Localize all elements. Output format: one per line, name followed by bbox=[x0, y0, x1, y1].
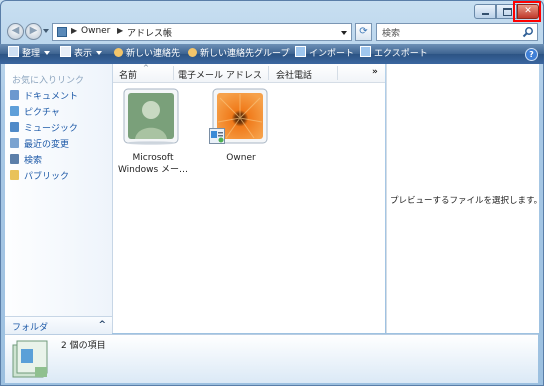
file-list: 名前 ^ 電子メール アドレス 会社電話 » Microsoft Windows… bbox=[113, 64, 385, 333]
close-button-highlight bbox=[513, 1, 541, 22]
music-icon bbox=[10, 122, 19, 132]
address-book-icon bbox=[12, 340, 48, 378]
new-contact-button[interactable]: 新しい連絡先 bbox=[114, 44, 180, 64]
folders-label: フォルダ bbox=[12, 323, 49, 333]
navigation-pane: お気に入りリンク ドキュメント ピクチャ ミュージック 最近の変更 検索 パブリ… bbox=[5, 64, 113, 334]
item-label-line1: Owner bbox=[226, 153, 256, 163]
sort-ascending-icon: ^ bbox=[143, 64, 149, 72]
nav-item-label: 検索 bbox=[24, 156, 43, 166]
list-item[interactable]: Owner bbox=[201, 86, 281, 166]
item-label-line2: Windows メー… bbox=[117, 165, 189, 175]
column-company-phone[interactable]: 会社電話 bbox=[276, 68, 312, 81]
forward-arrow-icon: ▶ bbox=[29, 25, 38, 36]
document-icon bbox=[10, 90, 19, 100]
recent-icon bbox=[10, 138, 19, 148]
new-group-icon bbox=[188, 48, 197, 57]
nav-item-documents[interactable]: ドキュメント bbox=[10, 90, 78, 103]
organize-menu[interactable]: 整理 bbox=[8, 44, 51, 64]
help-icon[interactable]: ? bbox=[525, 48, 538, 61]
favorite-links-heading: お気に入りリンク bbox=[12, 76, 85, 86]
column-email[interactable]: 電子メール アドレス bbox=[178, 68, 262, 81]
column-header: 名前 ^ 電子メール アドレス 会社電話 » bbox=[113, 64, 385, 83]
organize-label: 整理 bbox=[22, 49, 41, 59]
chevron-down-icon bbox=[96, 51, 103, 55]
chevron-up-icon: ^ bbox=[98, 320, 106, 330]
chevron-down-icon bbox=[44, 51, 51, 55]
command-bar: 整理 表示 新しい連絡先 新しい連絡先グループ インポート エクスポート ? bbox=[0, 44, 544, 64]
list-item[interactable]: Microsoft Windows メー… bbox=[113, 86, 193, 178]
organize-icon bbox=[8, 46, 19, 57]
minimize-button[interactable] bbox=[474, 4, 496, 19]
search-icon[interactable] bbox=[522, 26, 534, 38]
view-menu[interactable]: 表示 bbox=[60, 44, 103, 64]
preview-pane: プレビューするファイルを選択します。 bbox=[386, 64, 543, 333]
nav-item-label: 最近の変更 bbox=[24, 140, 70, 150]
contact-person-icon bbox=[123, 88, 179, 145]
nav-item-public[interactable]: パブリック bbox=[10, 170, 69, 183]
breadcrumb-address-book[interactable]: アドレス帳 bbox=[127, 26, 172, 39]
nav-item-label: ピクチャ bbox=[24, 108, 60, 118]
item-count: 2 個の項目 bbox=[61, 341, 106, 351]
more-columns-icon[interactable]: » bbox=[372, 67, 378, 77]
breadcrumb-chevron-icon[interactable]: ▶ bbox=[117, 26, 123, 35]
item-label-line1: Microsoft bbox=[132, 153, 174, 163]
nav-item-recent[interactable]: 最近の変更 bbox=[10, 138, 69, 151]
address-dropdown-icon[interactable] bbox=[341, 31, 347, 35]
new-contact-icon bbox=[114, 48, 123, 57]
nav-item-search[interactable]: 検索 bbox=[10, 154, 42, 167]
export-label: エクスポート bbox=[374, 49, 428, 59]
pictures-icon bbox=[10, 106, 19, 116]
nav-item-label: ドキュメント bbox=[24, 92, 79, 102]
import-icon bbox=[295, 46, 306, 57]
new-contact-label: 新しい連絡先 bbox=[126, 49, 181, 59]
contacts-folder-icon bbox=[57, 27, 67, 37]
back-button[interactable]: ◀ bbox=[7, 23, 24, 40]
new-group-label: 新しい連絡先グループ bbox=[200, 49, 290, 59]
new-group-button[interactable]: 新しい連絡先グループ bbox=[188, 44, 289, 64]
recent-pages-dropdown[interactable] bbox=[43, 29, 49, 33]
export-button[interactable]: エクスポート bbox=[360, 44, 428, 64]
breadcrumb-chevron-icon[interactable]: ▶ bbox=[71, 26, 77, 35]
search-placeholder: 検索 bbox=[382, 29, 401, 39]
nav-item-label: パブリック bbox=[24, 172, 70, 182]
column-divider[interactable] bbox=[173, 66, 174, 80]
column-name[interactable]: 名前 bbox=[119, 68, 137, 81]
import-button[interactable]: インポート bbox=[295, 44, 354, 64]
view-label: 表示 bbox=[74, 49, 93, 59]
column-divider[interactable] bbox=[268, 66, 269, 80]
forward-button[interactable]: ▶ bbox=[25, 23, 42, 40]
search-box[interactable]: 検索 bbox=[376, 23, 538, 41]
details-pane: 2 個の項目 bbox=[5, 334, 538, 383]
refresh-button[interactable]: ⟳ bbox=[355, 23, 372, 41]
public-icon bbox=[10, 170, 19, 180]
nav-item-label: ミュージック bbox=[24, 124, 78, 134]
breadcrumb-owner[interactable]: Owner bbox=[81, 26, 110, 36]
search-folder-icon bbox=[10, 154, 19, 164]
export-icon bbox=[360, 46, 371, 57]
contact-card-overlay-icon bbox=[209, 128, 225, 144]
view-icon bbox=[60, 46, 71, 57]
column-divider[interactable] bbox=[337, 66, 338, 80]
preview-message: プレビューするファイルを選択します。 bbox=[390, 196, 543, 206]
nav-item-music[interactable]: ミュージック bbox=[10, 122, 78, 135]
nav-item-pictures[interactable]: ピクチャ bbox=[10, 106, 60, 119]
address-bar[interactable]: ▶ Owner ▶ アドレス帳 bbox=[52, 23, 352, 41]
import-label: インポート bbox=[309, 49, 355, 59]
folders-toggle[interactable]: フォルダ ^ bbox=[5, 316, 112, 334]
back-arrow-icon: ◀ bbox=[11, 25, 20, 36]
